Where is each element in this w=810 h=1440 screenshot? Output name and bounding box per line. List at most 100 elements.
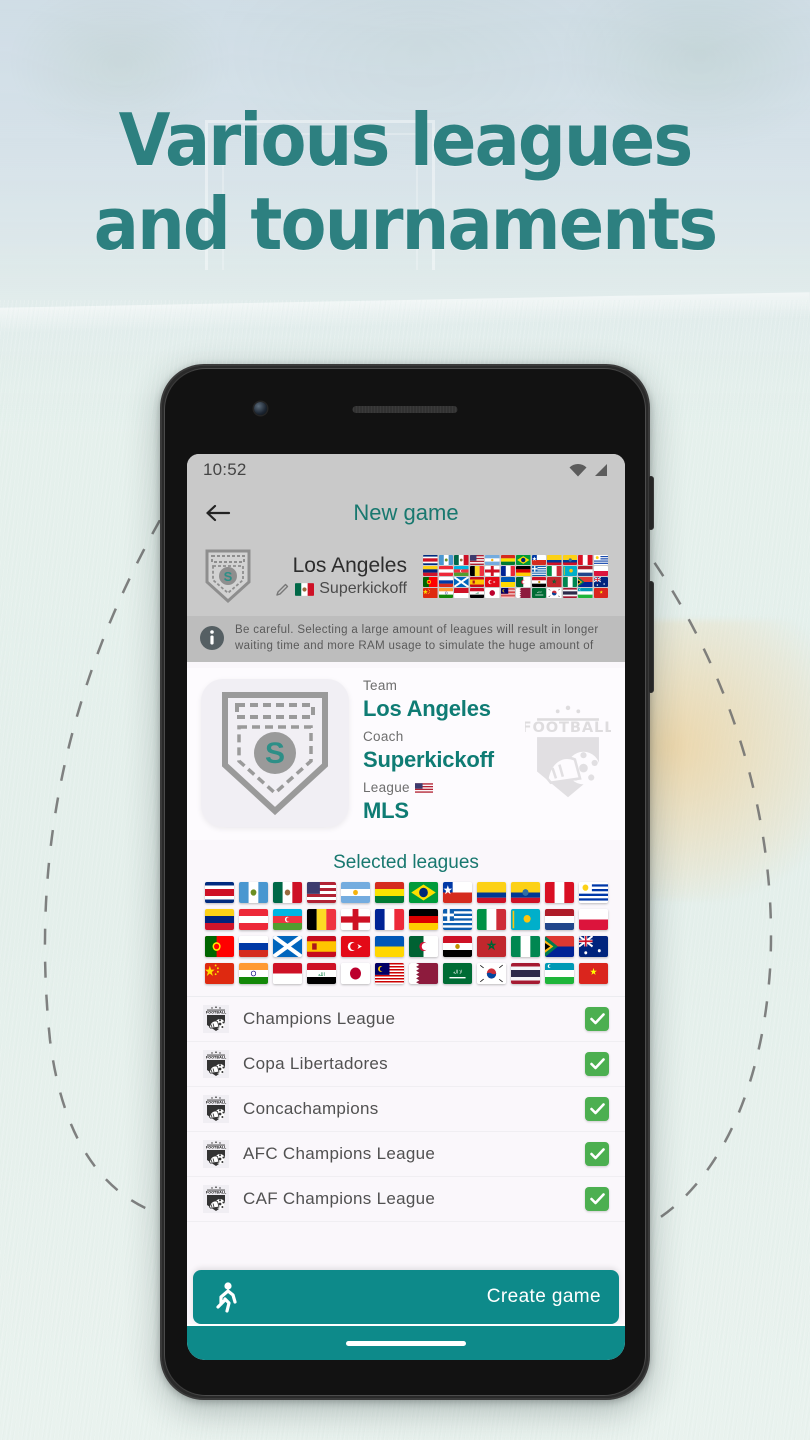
volume-button[interactable] (649, 581, 654, 693)
selected-flag-thailand[interactable] (510, 963, 540, 984)
selected-flag-australia[interactable] (578, 936, 608, 957)
warning-text: Be careful. Selecting a large amount of … (235, 624, 599, 652)
selected-flag-indonesia[interactable] (272, 963, 302, 984)
selected-flag-vietnam[interactable] (578, 963, 608, 984)
selected-flag-azerbaijan[interactable] (272, 909, 302, 930)
selected-flag-greece[interactable] (442, 909, 472, 930)
selected-flag-nigeria[interactable] (510, 936, 540, 957)
selected-flag-saudi-arabia[interactable]: لا اله (442, 963, 472, 984)
league-checkbox-checked[interactable] (585, 1007, 609, 1031)
selected-flag-china[interactable] (204, 963, 234, 984)
selected-flag-england[interactable] (340, 909, 370, 930)
selected-flag-portugal[interactable] (204, 936, 234, 957)
header-flag-bolivia (500, 554, 515, 565)
selected-flag-malaysia[interactable] (374, 963, 404, 984)
selected-flag-turkey[interactable] (340, 936, 370, 957)
selected-flag-guatemala[interactable] (238, 882, 268, 903)
front-camera-icon (254, 402, 267, 415)
scroll-body[interactable]: S Team Los Angeles Coach Superkickoff Le… (187, 662, 625, 1324)
create-game-button[interactable]: Create game (193, 1270, 619, 1324)
power-button[interactable] (649, 476, 654, 530)
league-row[interactable]: FOOTBALL Copa Libertadores (187, 1042, 625, 1087)
team-info-fields: Team Los Angeles Coach Superkickoff Leag… (363, 678, 511, 828)
selected-flag-uruguay[interactable] (578, 882, 608, 903)
field-label-league: League (363, 780, 511, 795)
selected-flag-brazil[interactable] (408, 882, 438, 903)
field-label-team: Team (363, 678, 398, 693)
system-nav-bar (187, 1324, 625, 1360)
selected-flag-morocco[interactable] (476, 936, 506, 957)
header-flag-japan (485, 587, 500, 598)
selected-flag-belgium[interactable] (306, 909, 336, 930)
league-row[interactable]: FOOTBALL Concachampions (187, 1087, 625, 1132)
selected-flag-united-states[interactable] (306, 882, 336, 903)
league-name: CAF Champions League (243, 1189, 436, 1208)
header-flag-malaysia (500, 587, 515, 598)
selected-flag-venezuela[interactable] (204, 909, 234, 930)
selected-flag-iraq[interactable]: الله (306, 963, 336, 984)
league-checkbox-checked[interactable] (585, 1097, 609, 1121)
header-flag-south-korea (547, 587, 562, 598)
field-value-coach: Superkickoff (363, 747, 494, 772)
league-list[interactable]: FOOTBALL Champions League FOOTBALL Copa … (187, 996, 625, 1264)
selected-flag-peru[interactable] (544, 882, 574, 903)
league-row[interactable]: FOOTBALL AFC Champions League (187, 1132, 625, 1177)
phone-mockup: 10:52 New game S Los Angeles Superkickof… (160, 364, 654, 1400)
league-checkbox-checked[interactable] (585, 1142, 609, 1166)
selected-flag-costa-rica[interactable] (204, 882, 234, 903)
header-flag-russia (438, 576, 453, 587)
selected-flag-japan[interactable] (340, 963, 370, 984)
league-name: Champions League (243, 1009, 396, 1028)
info-icon (200, 626, 224, 650)
selected-flag-ukraine[interactable] (374, 936, 404, 957)
selected-flag-south-korea[interactable] (476, 963, 506, 984)
selected-flag-spain[interactable] (306, 936, 336, 957)
selected-flag-bolivia[interactable] (374, 882, 404, 903)
league-checkbox-checked[interactable] (585, 1052, 609, 1076)
selected-leagues-title: Selected leagues (187, 840, 625, 882)
selected-flag-germany[interactable] (408, 909, 438, 930)
selected-flag-south-africa[interactable] (544, 936, 574, 957)
flag-row (199, 909, 613, 930)
selected-flag-austria[interactable] (238, 909, 268, 930)
selected-flag-ecuador[interactable] (510, 882, 540, 903)
league-row[interactable]: FOOTBALL Champions League (187, 997, 625, 1042)
selected-flag-colombia[interactable] (476, 882, 506, 903)
selected-flag-egypt[interactable] (442, 936, 472, 957)
svg-text:FOOTBALL: FOOTBALL (206, 1101, 227, 1105)
selected-flag-argentina[interactable] (340, 882, 370, 903)
signal-icon (595, 463, 607, 476)
selected-flag-scotland[interactable] (272, 936, 302, 957)
selected-flag-poland[interactable] (578, 909, 608, 930)
pencil-edit-icon[interactable] (275, 582, 290, 597)
selected-flag-kazakhstan[interactable] (510, 909, 540, 930)
home-gesture-pill[interactable] (346, 1340, 466, 1346)
header-flag-italy (547, 565, 562, 576)
selected-flag-india[interactable] (238, 963, 268, 984)
selected-flag-uzbekistan[interactable] (544, 963, 574, 984)
header-flag-egypt (531, 576, 546, 587)
selected-flag-mexico[interactable] (272, 882, 302, 903)
svg-text:FOOTBALL: FOOTBALL (206, 1011, 227, 1015)
selected-flag-italy[interactable] (476, 909, 506, 930)
header-flag-scotland (454, 576, 469, 587)
selected-flag-russia[interactable] (238, 936, 268, 957)
league-row[interactable]: FOOTBALL CAF Champions League (187, 1177, 625, 1222)
selected-flag-chile[interactable] (442, 882, 472, 903)
team-info-card: S Team Los Angeles Coach Superkickoff Le… (187, 668, 625, 840)
football-crest-icon: FOOTBALL (203, 1185, 229, 1213)
selected-flag-algeria[interactable] (408, 936, 438, 957)
selected-flag-netherlands[interactable] (544, 909, 574, 930)
league-name: Copa Libertadores (243, 1054, 388, 1073)
selected-flag-france[interactable] (374, 909, 404, 930)
svg-text:S: S (224, 569, 233, 584)
svg-text:FOOTBALL: FOOTBALL (206, 1191, 227, 1195)
team-shield-crest-icon: S (201, 679, 349, 827)
league-checkbox-checked[interactable] (585, 1187, 609, 1211)
selected-flag-qatar[interactable] (408, 963, 438, 984)
earpiece-speaker (352, 406, 458, 413)
header-flag-azerbaijan (454, 565, 469, 576)
header-flag-china (423, 587, 438, 598)
team-header-row[interactable]: S Los Angeles Superkickoff الله لا اله (187, 540, 625, 616)
header-flag-grid: الله لا اله (423, 554, 615, 598)
